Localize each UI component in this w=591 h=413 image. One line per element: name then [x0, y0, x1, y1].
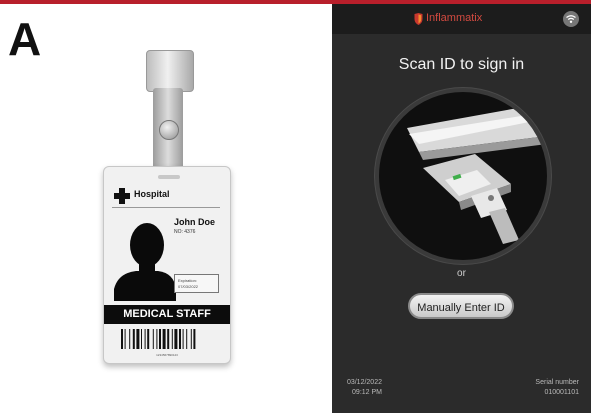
medical-cross-icon	[114, 188, 130, 204]
panel-label: A	[8, 13, 42, 65]
person-silhouette-icon	[114, 223, 176, 301]
or-separator: or	[457, 268, 466, 279]
badge-facility: Hospital	[134, 189, 170, 199]
footer-datetime: 03/12/2022 09:12 PM	[344, 378, 382, 398]
badge-clip	[146, 50, 194, 92]
wifi-button[interactable]	[563, 11, 579, 27]
barcode-icon	[121, 329, 196, 349]
badge-role: MEDICAL STAFF	[104, 305, 230, 324]
footer-serial: Serial number 010001101	[509, 378, 579, 398]
scan-area[interactable]	[375, 88, 551, 264]
shield-logo-icon	[414, 13, 423, 25]
wifi-icon	[566, 15, 576, 23]
serial-number: 010001101	[544, 389, 579, 396]
id-badge-illustration: Hospital John Doe NO: 4376 Expiration: 0…	[96, 40, 246, 370]
badge-slot	[158, 175, 180, 179]
badge-snap-button	[159, 120, 179, 140]
badge-name: John Doe	[174, 217, 216, 227]
badge-card: Hospital John Doe NO: 4376 Expiration: 0…	[103, 166, 231, 364]
barcode-number: 1234567890123	[156, 353, 178, 357]
badge-expiration-box: Expiration: 07/03/2022	[174, 274, 219, 293]
badge-divider	[112, 207, 220, 208]
expiration-date: 07/03/2022	[178, 284, 199, 289]
brand-name: Inflammatix	[426, 12, 483, 24]
scan-title: Scan ID to sign in	[398, 56, 525, 73]
footer-time: 09:12 PM	[352, 389, 382, 396]
device-screen: Inflammatix Scan ID to sign in or Manual…	[332, 4, 591, 413]
serial-label: Serial number	[535, 379, 579, 386]
manually-enter-id-button[interactable]: Manually Enter ID	[408, 293, 514, 319]
scanner-illustration	[407, 106, 547, 244]
expiration-label: Expiration:	[178, 278, 197, 283]
app-header: Inflammatix	[332, 4, 591, 34]
badge-number: NO: 4376	[174, 229, 196, 235]
footer-date: 03/12/2022	[346, 379, 382, 386]
